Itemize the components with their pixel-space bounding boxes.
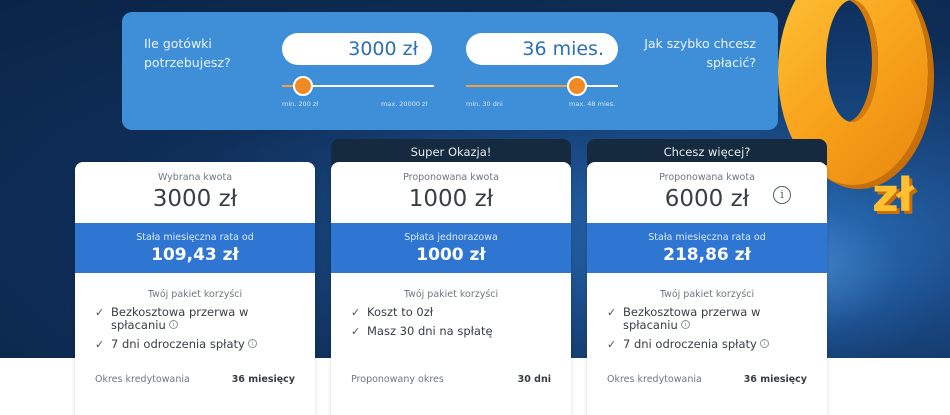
amount-question: Ile gotówki potrzebujesz? [144,36,231,70]
amount-slider-handle[interactable] [293,76,314,96]
period-slider-handle[interactable] [566,76,587,96]
footer-value: 36 miesięcy [231,374,295,385]
benefit-item: ✓ Bezkosztowa przerwa w spłacaniu i [95,305,249,332]
card-amount: 6000 zł [664,186,750,212]
benefit-item: ✓ 7 dni odroczenia spłaty i [607,338,812,351]
card-rate-label: Stała miesięczna rata od [136,232,254,243]
footer-value: 30 dni [517,374,551,385]
card-footer: Okres kredytowania 36 miesięcy [95,374,295,388]
amount-input[interactable]: 3000 zł [282,33,432,65]
check-icon: ✓ [351,306,361,319]
period-max-label: max. 48 mies. [569,100,616,108]
info-icon[interactable]: i [680,320,690,329]
card-package-label: Twój pakiet korzyści [403,289,499,300]
period-min-label: min. 30 dni [466,100,503,108]
info-icon[interactable]: i [168,320,178,329]
offer-card-selected[interactable]: Wybrana kwota 3000 zł Stała miesięczna r… [75,162,315,415]
card-package-label: Twój pakiet korzyści [147,289,243,300]
check-icon: ✓ [607,306,617,319]
check-icon: ✓ [607,338,617,351]
check-icon: ✓ [95,306,105,319]
benefit-item: ✓ 7 dni odroczenia spłaty i [95,338,300,351]
loan-calculator: Ile gotówki potrzebujesz? 3000 zł min. 2… [122,12,778,130]
info-icon[interactable]: i [759,339,769,348]
benefit-item: ✓ Koszt to 0zł [351,305,434,320]
info-icon[interactable]: i [773,186,791,204]
card-rate-band: Spłata jednorazowa 1000 zł [331,223,571,273]
check-icon: ✓ [95,338,105,351]
card-rate-value: 218,86 zł [663,245,751,265]
zl-logo: zł [872,168,914,222]
card-rate-label: Spłata jednorazowa [404,232,498,243]
card-amount: 1000 zł [408,186,494,212]
period-slider[interactable] [466,76,618,96]
card-amount: 3000 zł [152,186,238,212]
card-amount-label: Wybrana kwota [157,172,233,183]
period-input[interactable]: 36 mies. [466,33,618,65]
card-package-label: Twój pakiet korzyści [659,289,755,300]
card-amount-label: Proponowana kwota [403,172,499,183]
card-rate-value: 109,43 zł [151,245,239,265]
footer-label: Okres kredytowania [95,374,190,385]
card-rate-value: 1000 zł [416,245,486,265]
benefits-list: ✓ Bezkosztowa przerwa w spłacaniu i ✓ 7 dni… [607,306,812,357]
card-footer: Proponowany okres 30 dni [351,374,551,388]
info-icon[interactable]: i [247,339,257,348]
card-footer: Okres kredytowania 36 miesięcy [607,374,807,388]
offer-card-super-okazja[interactable]: Proponowana kwota 1000 zł Spłata jednora… [331,162,571,415]
amount-min-label: min. 200 zł [282,100,319,108]
benefit-item: ✓ Bezkosztowa przerwa w spłacaniu i [607,305,761,332]
card-rate-band: Stała miesięczna rata od 109,43 zł [75,223,315,273]
offer-card-chcesz-wiecej[interactable]: Proponowana kwota 6000 zł i Stała miesię… [587,162,827,415]
period-question: Jak szybko chcesz spłacić? [644,36,756,70]
card-rate-band: Stała miesięczna rata od 218,86 zł [587,223,827,273]
check-icon: ✓ [351,325,361,338]
benefits-list: ✓ Bezkosztowa przerwa w spłacaniu i ✓ 7 dni… [95,306,300,357]
card-amount-label: Proponowana kwota [659,172,755,183]
footer-label: Okres kredytowania [607,374,702,385]
amount-slider[interactable] [282,76,434,96]
card-rate-label: Stała miesięczna rata od [648,232,766,243]
footer-value: 36 miesięcy [743,374,807,385]
benefits-list: ✓ Koszt to 0zł ✓ Masz 30 dni na spłatę [351,306,556,344]
footer-label: Proponowany okres [351,374,444,385]
amount-max-label: max. 20000 zł [381,100,428,108]
benefit-item: ✓ Masz 30 dni na spłatę [351,324,493,339]
